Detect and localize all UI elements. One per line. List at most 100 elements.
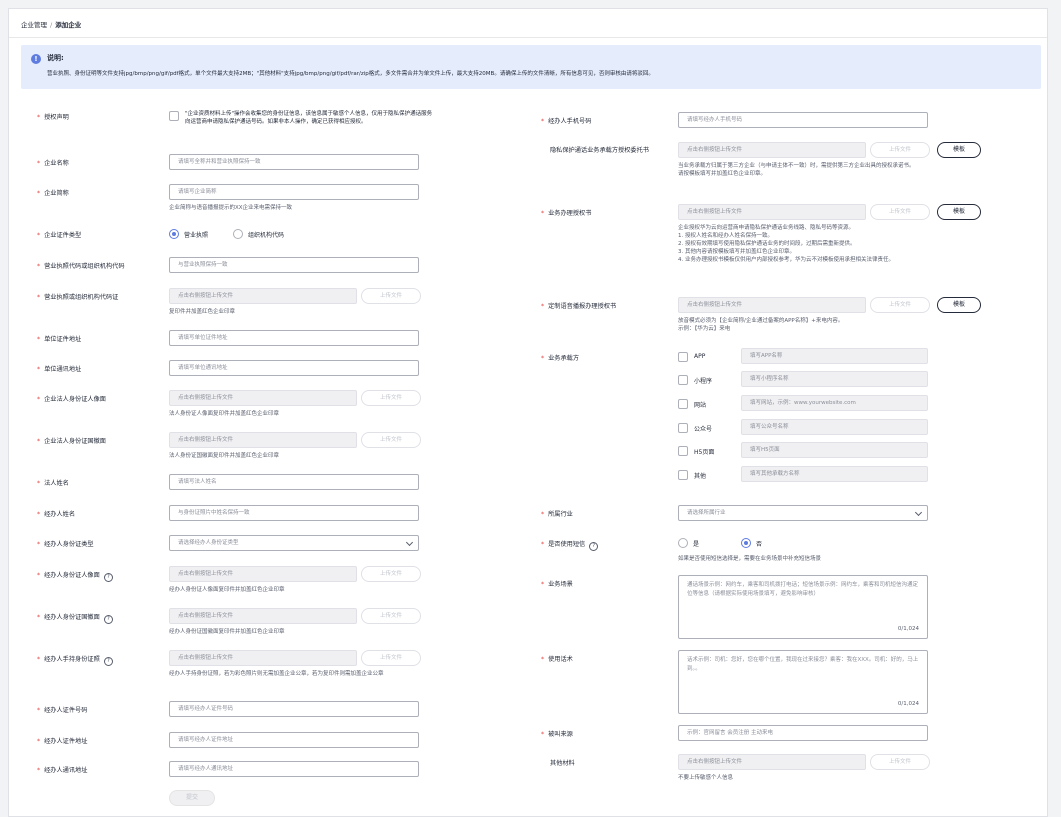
privacy-auth-desc: 当业务承载方归属于第三方企业（与申请主体不一致）时，需提供第三方企业出具的授权承…: [678, 163, 915, 177]
legal-front-desc: 法人身份证人像面复印件并加盖红色企业印章: [169, 411, 280, 417]
company-short-label: * 企业简称: [37, 190, 69, 197]
carrier-website-text: 网站: [694, 402, 707, 409]
legal-name-input[interactable]: 请填写法人姓名: [169, 474, 419, 490]
biz-auth-desc: 企业授权华为云向运营商申请隐私保护通话业务线路、隐私号码等资源。 1. 授权人姓…: [678, 225, 894, 263]
industry-select[interactable]: 请选择所属行业: [678, 505, 928, 521]
privacy-auth-template-button[interactable]: 模板: [937, 142, 981, 158]
license-file-desc: 复印件并加盖红色企业印章: [169, 309, 236, 315]
legal-back-desc: 法人身份证国徽面复印件并加盖红色企业印章: [169, 453, 280, 459]
agent-name-input[interactable]: 与身份证照片中姓名保持一致: [169, 505, 419, 521]
divider: [9, 37, 1047, 38]
agent-front-upload-button[interactable]: 上传文件: [361, 566, 421, 582]
agent-mail-input[interactable]: 请填写经办人通讯地址: [169, 761, 419, 777]
company-short-input[interactable]: 请填写企业简称: [169, 184, 419, 200]
voice-auth-label: * 定制语音播报办理授权书: [541, 303, 617, 310]
agent-hold-input: 点击右侧按钮上传文件: [169, 650, 357, 666]
agent-hold-upload-button[interactable]: 上传文件: [361, 650, 421, 666]
help-icon[interactable]: ?: [103, 657, 113, 666]
agent-id-type-select[interactable]: 请选择经办人身份证类型: [169, 535, 419, 551]
agent-front-label: * 经办人身份证人像面?: [37, 570, 113, 582]
privacy-auth-upload-button[interactable]: 上传文件: [870, 142, 930, 158]
other-upload-button[interactable]: 上传文件: [870, 754, 930, 770]
submit-button[interactable]: 提交: [169, 790, 215, 806]
scrollbar[interactable]: [1055, 0, 1061, 817]
breadcrumb-current: 添加企业: [55, 21, 82, 29]
agent-back-desc: 经办人身份证国徽面复印件并加盖红色企业印章: [169, 629, 285, 635]
scene-textarea[interactable]: 通话场景示例：网约车，乘客和司机拨打电话；短信场景示例：网约车，乘客和司机短信沟…: [678, 575, 928, 639]
unit-mail-input[interactable]: 请填写单位通讯地址: [169, 360, 419, 376]
industry-label: * 所属行业: [541, 511, 573, 518]
agent-back-input: 点击右侧按钮上传文件: [169, 608, 357, 624]
privacy-auth-input: 点击右侧按钮上传文件: [678, 142, 866, 158]
sms-radio-no[interactable]: [741, 538, 751, 548]
cert-type-radio-org[interactable]: [233, 229, 243, 239]
cert-type-license-text: 营业执照: [184, 232, 209, 239]
cert-type-radio-license[interactable]: [169, 229, 179, 239]
license-file-label: * 营业执照或组织机构代码证: [37, 294, 119, 301]
auth-text: "企业资质材料上传"操作会收集您的身份证信息，该信息属于敏感个人信息，仅用于隐私…: [185, 111, 433, 125]
license-code-label: * 营业执照代码或组织机构代码: [37, 263, 125, 270]
voice-auth-input: 点击右侧按钮上传文件: [678, 297, 866, 313]
carrier-other-checkbox[interactable]: [678, 470, 688, 480]
voice-auth-upload-button[interactable]: 上传文件: [870, 297, 930, 313]
carrier-official-input[interactable]: 填写公众号名称: [741, 419, 928, 435]
biz-auth-upload-button[interactable]: 上传文件: [870, 204, 930, 220]
sms-yes-text: 是: [693, 541, 700, 548]
voice-auth-template-button[interactable]: 模板: [937, 297, 981, 313]
auth-checkbox[interactable]: [169, 111, 179, 121]
company-short-desc: 企业简称与语音播报提示的XX企业来电需保持一致: [169, 205, 293, 211]
sms-label: * 是否使用短信?: [541, 539, 599, 551]
license-code-input[interactable]: 与营业执照保持一致: [169, 257, 419, 273]
callee-source-input[interactable]: 示例：官网留言 会员注册 主动来电: [678, 725, 928, 741]
agent-id-addr-input[interactable]: 请填写经办人证件地址: [169, 732, 419, 748]
privacy-auth-label: 隐私保护通话业务承载方授权委托书: [550, 147, 649, 154]
biz-auth-template-button[interactable]: 模板: [937, 204, 981, 220]
legal-name-label: * 法人姓名: [37, 480, 69, 487]
agent-mail-label: * 经办人通讯地址: [37, 767, 88, 774]
help-icon[interactable]: ?: [103, 615, 113, 624]
agent-id-type-placeholder: 请选择经办人身份证类型: [178, 540, 239, 546]
carrier-other-text: 其他: [694, 473, 707, 480]
legal-back-upload-button[interactable]: 上传文件: [361, 432, 421, 448]
carrier-miniprogram-input[interactable]: 填写小程序名称: [741, 371, 928, 387]
help-icon[interactable]: ?: [103, 573, 113, 582]
info-icon: !: [31, 54, 41, 64]
notice-banner: ! 说明: 营业执照、身份证明等文件支持jpg/bmp/png/gif/pdf格…: [21, 45, 1041, 89]
company-name-input[interactable]: 请填写全称并和营业执照保持一致: [169, 154, 419, 170]
help-icon[interactable]: ?: [589, 542, 599, 551]
agent-hold-label: * 经办人手持身份证照?: [37, 654, 113, 666]
notice-title: 说明:: [47, 54, 64, 62]
carrier-app-checkbox[interactable]: [678, 352, 688, 362]
legal-front-label: * 企业法人身份证人像面: [37, 396, 106, 403]
carrier-miniprogram-checkbox[interactable]: [678, 375, 688, 385]
breadcrumb: 企业管理 / 添加企业: [21, 19, 81, 29]
breadcrumb-separator: /: [50, 21, 53, 29]
license-file-upload-button[interactable]: 上传文件: [361, 288, 421, 304]
carrier-label: * 业务承载方: [541, 355, 580, 362]
agent-id-no-input[interactable]: 请填写经办人证件号码: [169, 701, 419, 717]
sms-desc: 如果是否使用短信选择是，需要在业务场景中补充短信场景: [678, 556, 822, 562]
script-textarea[interactable]: 话术示例：司机：您好，您在哪个位置，我现在过来接您？乘客：我在XXX。司机：好的…: [678, 650, 928, 714]
sms-radio-yes[interactable]: [678, 538, 688, 548]
carrier-official-checkbox[interactable]: [678, 423, 688, 433]
auth-label: * 授权声明: [37, 114, 69, 121]
carrier-app-input[interactable]: 填写APP名称: [741, 348, 928, 364]
legal-front-upload-button[interactable]: 上传文件: [361, 390, 421, 406]
carrier-website-checkbox[interactable]: [678, 399, 688, 409]
agent-phone-input[interactable]: 请填写经办人手机号码: [678, 112, 928, 128]
agent-hold-desc: 经办人手持身份证照，若为彩色照片则无需加盖企业公章，若为复印件则需加盖企业公章: [169, 671, 384, 677]
carrier-miniprogram-text: 小程序: [694, 378, 713, 385]
unit-addr-input[interactable]: 请填写单位证件地址: [169, 330, 419, 346]
carrier-h5-checkbox[interactable]: [678, 446, 688, 456]
breadcrumb-parent[interactable]: 企业管理: [21, 21, 47, 29]
agent-back-upload-button[interactable]: 上传文件: [361, 608, 421, 624]
carrier-h5-input[interactable]: 填写H5页面: [741, 442, 928, 458]
agent-front-input: 点击右侧按钮上传文件: [169, 566, 357, 582]
chevron-down-icon: [914, 508, 923, 517]
carrier-website-input[interactable]: 填写网站，示例：www.yourwebsite.com: [741, 395, 928, 411]
script-placeholder: 话术示例：司机：您好，您在哪个位置，我现在过来接您？乘客：我在XXX。司机：好的…: [687, 657, 919, 672]
agent-front-desc: 经办人身份证人像面复印件并加盖红色企业印章: [169, 587, 285, 593]
chevron-down-icon: [405, 538, 414, 547]
carrier-other-input[interactable]: 填写其他承载方名称: [741, 466, 928, 482]
scene-label: * 业务场景: [541, 581, 573, 588]
